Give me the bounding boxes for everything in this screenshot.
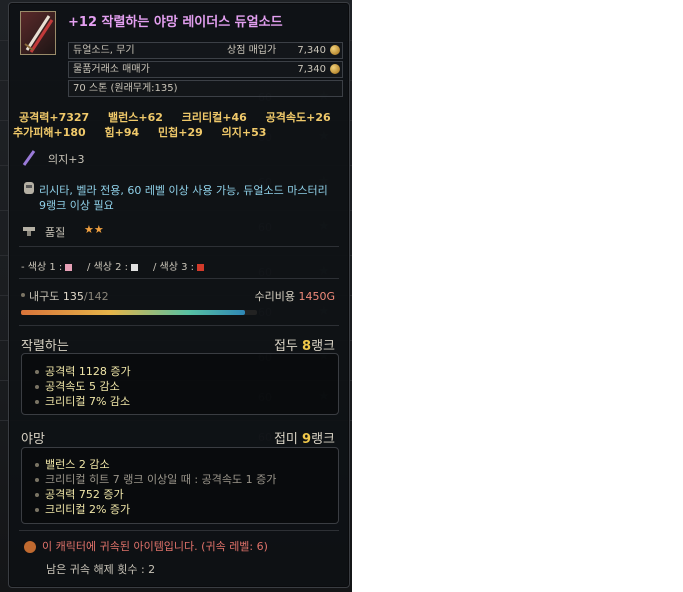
color-swatch-1 <box>65 263 73 271</box>
effect-line: 밸런스 2 감소 <box>35 456 110 472</box>
suffix-rank: 접미 9랭크 <box>273 432 335 447</box>
requirement-text-2: 9랭크 이상 필요 <box>39 199 114 212</box>
divider <box>19 278 339 279</box>
color-slot-3: / 색상 3 : <box>153 258 205 273</box>
stat: 추가피해+180 <box>13 126 86 139</box>
item-type-row: 듀얼소드, 무기 상점 매입가 7,340 <box>68 42 343 59</box>
stat: 힘+94 <box>104 126 140 139</box>
color-slot-2: / 색상 2 : <box>87 258 139 273</box>
trade-price-row: 물품거래소 매매가 7,340 <box>68 61 343 78</box>
quality-label: 품질 <box>45 226 66 239</box>
item-tooltip: +12 작렬하는 야망 레이더스 듀얼소드 듀얼소드, 무기 상점 매입가 7,… <box>8 2 350 588</box>
trade-price: 7,340 <box>297 64 326 75</box>
effect-line: 크리티컬 7% 감소 <box>35 393 130 409</box>
shop-price: 7,340 <box>297 45 326 56</box>
item-icon <box>20 11 56 55</box>
bound-icon <box>24 541 36 553</box>
requirement-text: 리시타, 벨라 전용, 60 레벨 이상 사용 가능, 듀얼소드 마스터리 <box>39 184 328 197</box>
dual-sword-icon <box>24 15 54 53</box>
anvil-icon <box>23 227 35 236</box>
stat: 민첩+29 <box>158 126 203 139</box>
stats-row-1: 공격력+7327 밸런스+62 크리티컬+46 공격속도+26 <box>19 109 346 125</box>
unbind-count: 남은 귀속 해제 횟수 : 2 <box>46 563 156 576</box>
stat: 공격력+7327 <box>19 111 90 124</box>
stat: 공격속도+26 <box>265 111 331 124</box>
prefix-effects: 공격력 1128 증가 공격속도 5 감소 크리티컬 7% 감소 <box>21 353 339 415</box>
effect-line: 공격속도 5 감소 <box>35 378 120 394</box>
durability-bar <box>21 310 246 315</box>
stat: 의지+53 <box>221 126 267 139</box>
shop-price-label: 상점 매입가 <box>227 45 277 56</box>
effect-line: 공격력 752 증가 <box>35 486 124 502</box>
effect-line: 공격력 1128 증가 <box>35 363 131 379</box>
suffix-effects: 밸런스 2 감소 크리티컬 히트 7 랭크 이상일 때 : 공격속도 1 증가 … <box>21 447 339 524</box>
gold-coin-icon <box>330 45 340 55</box>
color-swatch-2 <box>131 263 139 271</box>
divider <box>19 325 339 326</box>
item-weight: 70 스톤 (원래무게:135) <box>73 83 178 94</box>
item-type: 듀얼소드, 무기 <box>73 45 135 56</box>
effect-line: 크리티컬 2% 증가 <box>35 501 130 517</box>
color-slot-1: - 색상 1 : <box>21 258 73 273</box>
item-title: +12 작렬하는 야망 레이더스 듀얼소드 <box>68 15 283 30</box>
trade-price-label: 물품거래소 매매가 <box>73 64 150 75</box>
sub-stat: 의지+3 <box>48 153 85 166</box>
weight-row: 70 스톤 (원래무게:135) <box>68 80 343 97</box>
repair-cost: 수리비용 1450G <box>254 290 335 303</box>
gold-coin-icon <box>330 64 340 74</box>
divider <box>19 530 339 531</box>
bullet-icon <box>21 293 25 297</box>
durability: 내구도 135/142 <box>29 290 109 303</box>
crystal-icon <box>22 150 36 166</box>
prefix-title: 작렬하는 <box>21 339 69 354</box>
armor-icon <box>24 182 34 194</box>
effect-line-inactive: 크리티컬 히트 7 랭크 이상일 때 : 공격속도 1 증가 <box>35 471 276 487</box>
quality-stars: ★★ <box>84 223 104 236</box>
color-swatch-3 <box>197 263 205 271</box>
bound-notice: 이 캐릭터에 귀속된 아이템입니다. (귀속 레벨: 6) <box>24 538 268 554</box>
stat: 밸런스+62 <box>108 111 163 124</box>
divider <box>19 246 339 247</box>
stats-row-2: 추가피해+180 힘+94 민첩+29 의지+53 <box>13 124 281 140</box>
suffix-title: 야망 <box>21 432 45 447</box>
prefix-rank: 접두 8랭크 <box>273 339 335 354</box>
stat: 크리티컬+46 <box>181 111 247 124</box>
